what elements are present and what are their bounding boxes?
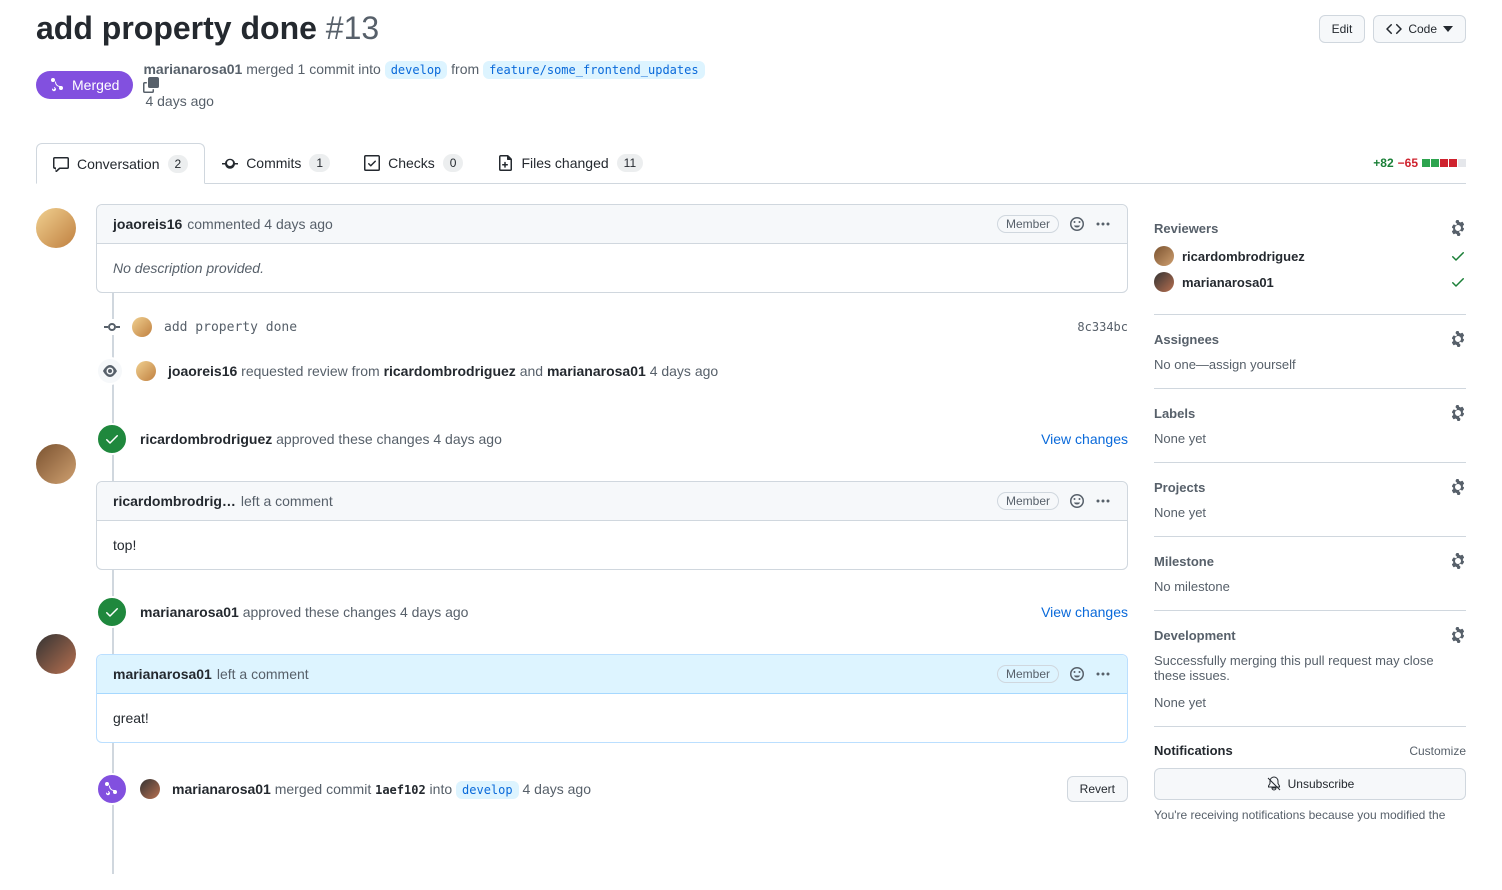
emoji-reaction-button[interactable] <box>1069 493 1085 509</box>
kebab-menu-button[interactable] <box>1095 666 1111 682</box>
actor-link[interactable]: marianarosa01 <box>172 781 271 797</box>
comment-box: ricardombrodrig… left a comment Member t… <box>96 481 1128 570</box>
eye-icon <box>96 357 124 385</box>
actor-link[interactable]: joaoreis16 <box>168 363 237 379</box>
avatar[interactable] <box>36 634 76 674</box>
edit-button[interactable]: Edit <box>1319 15 1366 43</box>
check-icon <box>1450 274 1466 290</box>
comment-body: top! <box>97 521 1127 569</box>
role-badge: Member <box>997 665 1059 683</box>
avatar[interactable] <box>140 779 160 799</box>
code-icon <box>1386 21 1402 37</box>
event-time[interactable]: 4 days ago <box>523 781 592 797</box>
tab-files-changed[interactable]: Files changed 11 <box>480 143 660 183</box>
comment-author[interactable]: joaoreis16 <box>113 216 182 232</box>
notifications-desc: You're receiving notifications because y… <box>1154 808 1466 822</box>
milestone-title: Milestone <box>1154 554 1214 569</box>
commit-icon <box>104 319 120 335</box>
commits-icon <box>222 155 238 171</box>
diffstat: +82 −65 <box>1373 156 1466 170</box>
avatar[interactable] <box>136 361 156 381</box>
event-time[interactable]: approved these changes 4 days ago <box>243 604 469 620</box>
avatar[interactable] <box>132 317 152 337</box>
check-badge <box>96 596 128 628</box>
customize-link[interactable]: Customize <box>1409 744 1466 758</box>
comment-box: marianarosa01 left a comment Member grea… <box>96 654 1128 743</box>
check-badge <box>96 423 128 455</box>
bell-slash-icon <box>1266 776 1282 792</box>
git-merge-icon <box>96 773 128 805</box>
tab-commits[interactable]: Commits 1 <box>205 143 347 183</box>
comment-author[interactable]: ricardombrodrig… <box>113 493 236 509</box>
caret-down-icon <box>1443 26 1453 32</box>
view-changes-link[interactable]: View changes <box>1041 604 1128 620</box>
role-badge: Member <box>997 215 1059 233</box>
avatar[interactable] <box>36 208 76 248</box>
assign-yourself-link[interactable]: assign yourself <box>1209 357 1296 372</box>
state-badge: Merged <box>36 71 133 99</box>
gear-icon[interactable] <box>1450 479 1466 495</box>
reviewer-link[interactable]: marianarosa01 <box>547 363 646 379</box>
comment-author[interactable]: marianarosa01 <box>113 666 212 682</box>
view-changes-link[interactable]: View changes <box>1041 431 1128 447</box>
projects-title: Projects <box>1154 480 1205 495</box>
pr-meta: marianarosa01 merged 1 commit into devel… <box>143 61 706 109</box>
merge-sha[interactable]: 1aef102 <box>375 783 426 797</box>
reviewer-link[interactable]: ricardombrodriguez <box>140 431 272 447</box>
commit-message[interactable]: add property done <box>164 320 1065 335</box>
emoji-reaction-button[interactable] <box>1069 216 1085 232</box>
event-time[interactable]: approved these changes 4 days ago <box>276 431 502 447</box>
commit-sha[interactable]: 8c334bc <box>1077 320 1128 334</box>
copy-icon[interactable] <box>143 77 706 93</box>
gear-icon[interactable] <box>1450 220 1466 236</box>
comment-body: great! <box>97 694 1127 742</box>
avatar <box>1154 246 1174 266</box>
merge-target-branch[interactable]: develop <box>456 781 519 799</box>
merged-event: marianarosa01 merged commit 1aef102 into… <box>96 759 1128 805</box>
tab-checks[interactable]: Checks 0 <box>347 143 480 183</box>
pr-title: add property done #13 <box>36 10 379 47</box>
requested-review-event: joaoreis16 requested review from ricardo… <box>96 345 1128 397</box>
conversation-icon <box>53 156 69 172</box>
reviewers-title: Reviewers <box>1154 221 1218 236</box>
notifications-title: Notifications <box>1154 743 1233 758</box>
gear-icon[interactable] <box>1450 331 1466 347</box>
kebab-menu-button[interactable] <box>1095 493 1111 509</box>
file-diff-icon <box>497 155 513 171</box>
base-branch[interactable]: develop <box>385 61 448 79</box>
emoji-reaction-button[interactable] <box>1069 666 1085 682</box>
tab-conversation[interactable]: Conversation 2 <box>36 143 205 184</box>
conversation-count: 2 <box>168 155 189 173</box>
kebab-menu-button[interactable] <box>1095 216 1111 232</box>
reviewer-item[interactable]: marianarosa01 <box>1154 272 1466 292</box>
development-title: Development <box>1154 628 1236 643</box>
role-badge: Member <box>997 492 1059 510</box>
comment-body: No description provided. <box>97 244 1127 292</box>
avatar <box>1154 272 1174 292</box>
reviewer-item[interactable]: ricardombrodriguez <box>1154 246 1466 266</box>
reviewer-link[interactable]: ricardombrodriguez <box>384 363 516 379</box>
files-count: 11 <box>617 154 643 172</box>
revert-button[interactable]: Revert <box>1067 776 1128 802</box>
comment-time[interactable]: commented 4 days ago <box>187 216 333 232</box>
avatar[interactable] <box>36 444 76 484</box>
git-merge-icon <box>50 77 66 93</box>
gear-icon[interactable] <box>1450 627 1466 643</box>
event-time[interactable]: 4 days ago <box>650 363 719 379</box>
gear-icon[interactable] <box>1450 405 1466 421</box>
author-link[interactable]: marianarosa01 <box>143 61 242 77</box>
unsubscribe-button[interactable]: Unsubscribe <box>1154 768 1466 800</box>
commits-count: 1 <box>309 154 330 172</box>
reviewer-link[interactable]: marianarosa01 <box>140 604 239 620</box>
assignees-title: Assignees <box>1154 332 1219 347</box>
comment-box: joaoreis16 commented 4 days ago Member N… <box>96 204 1128 293</box>
gear-icon[interactable] <box>1450 553 1466 569</box>
checks-count: 0 <box>443 154 464 172</box>
checks-icon <box>364 155 380 171</box>
check-icon <box>1450 248 1466 264</box>
head-branch[interactable]: feature/some_frontend_updates <box>483 61 705 79</box>
labels-title: Labels <box>1154 406 1195 421</box>
code-button[interactable]: Code <box>1373 15 1466 43</box>
commit-row: add property done 8c334bc <box>96 309 1128 345</box>
